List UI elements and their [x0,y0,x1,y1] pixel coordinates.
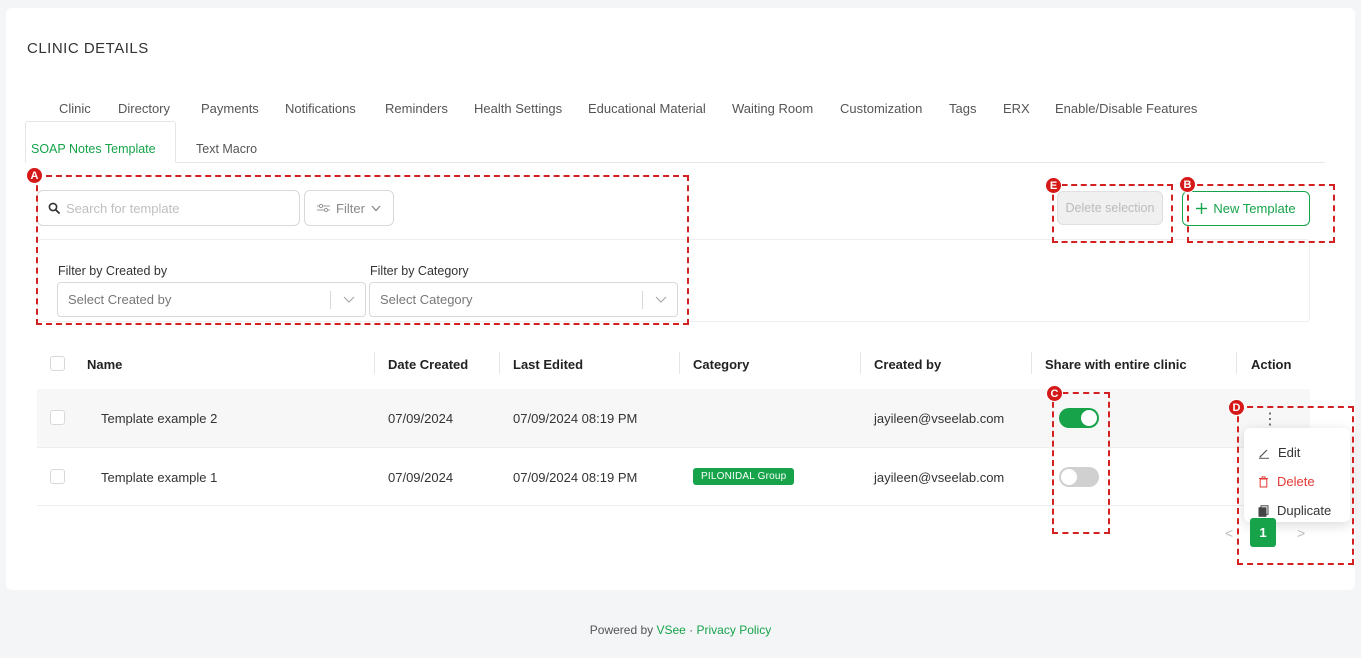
tab-health-settings[interactable]: Health Settings [474,101,562,116]
footer: Powered by VSee · Privacy Policy [0,623,1361,637]
pagination-prev[interactable]: < [1225,525,1233,541]
template-name[interactable]: Template example 1 [101,470,217,485]
tab-educational-material[interactable]: Educational Material [588,101,706,116]
created-by: jayileen@vseelab.com [874,411,1005,426]
page-title: CLINIC DETAILS [27,40,149,57]
table-row[interactable] [37,389,1310,447]
col-name[interactable]: Name [87,357,122,372]
tab-soap-notes-template[interactable]: SOAP Notes Template [31,142,156,156]
vsee-link[interactable]: VSee [656,623,685,637]
tab-waiting-room[interactable]: Waiting Room [732,101,813,116]
tab-reminders[interactable]: Reminders [385,101,448,116]
annotation-badge-c: C [1046,385,1063,402]
tab-clinic[interactable]: Clinic [59,101,91,116]
col-action: Action [1251,357,1292,372]
annotation-badge-b: B [1179,176,1196,193]
tab-notifications[interactable]: Notifications [285,101,356,116]
footer-sep: · [685,623,697,637]
annotation-box-c [1052,392,1110,534]
annotation-badge-d: D [1228,399,1245,416]
template-name[interactable]: Template example 2 [101,411,217,426]
tab-payments[interactable]: Payments [201,101,259,116]
footer-prefix: Powered by [589,623,657,637]
tab-enable-disable-features[interactable]: Enable/Disable Features [1055,101,1197,116]
select-all-checkbox[interactable] [50,356,65,371]
tab-text-macro[interactable]: Text Macro [196,142,257,156]
tab-erx[interactable]: ERX [1003,101,1030,116]
date-created: 07/09/2024 [388,411,454,426]
row-checkbox[interactable] [50,469,65,484]
created-by: jayileen@vseelab.com [874,470,1005,485]
category-tag: PILONIDAL Group [693,468,795,485]
annotation-box-a [36,175,689,325]
col-category[interactable]: Category [693,357,749,372]
date-created: 07/09/2024 [388,470,454,485]
tab-directory[interactable]: Directory [118,101,170,116]
col-created-by[interactable]: Created by [874,357,941,372]
annotation-box-d [1237,406,1354,565]
annotation-box-e [1052,184,1173,243]
table-row[interactable] [37,448,1310,506]
tabbar-divider [25,162,1325,163]
tab-customization[interactable]: Customization [840,101,922,116]
last-edited: 07/09/2024 08:19 PM [513,411,638,426]
annotation-badge-a: A [26,167,43,184]
col-share: Share with entire clinic [1045,357,1187,372]
last-edited: 07/09/2024 08:19 PM [513,470,638,485]
annotation-badge-e: E [1045,177,1062,194]
col-date-created[interactable]: Date Created [388,357,468,372]
privacy-policy-link[interactable]: Privacy Policy [697,623,772,637]
tab-tags[interactable]: Tags [949,101,976,116]
col-last-edited[interactable]: Last Edited [513,357,583,372]
row-checkbox[interactable] [50,410,65,425]
annotation-box-b [1187,184,1335,243]
